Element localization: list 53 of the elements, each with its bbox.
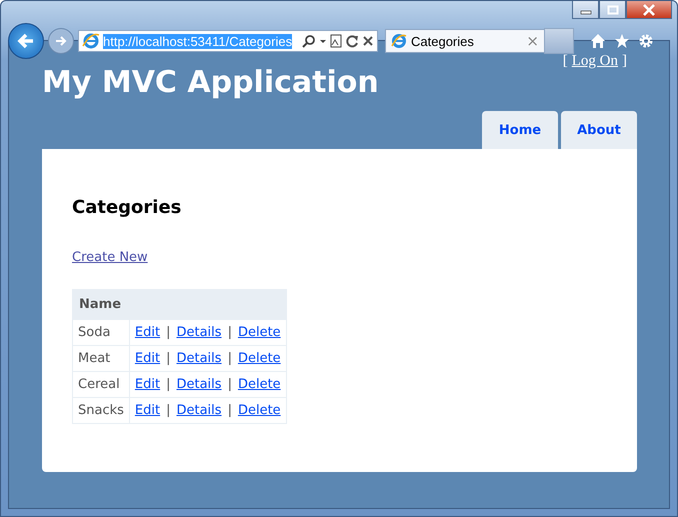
refresh-icon[interactable] (345, 34, 359, 48)
column-header: Name (72, 290, 130, 320)
bracket: [ (562, 53, 568, 70)
action-link[interactable]: Details (176, 351, 222, 366)
maximize-button[interactable] (599, 1, 626, 19)
close-icon (642, 4, 656, 16)
action-link[interactable]: Delete (238, 377, 281, 392)
action-link[interactable]: Details (176, 325, 222, 340)
separator: | (166, 377, 170, 392)
browser-logo-icon (82, 32, 100, 50)
action-link[interactable]: Edit (134, 403, 160, 418)
search-icon[interactable] (302, 34, 316, 48)
home-icon[interactable] (590, 33, 606, 49)
back-arrow-icon (16, 31, 36, 51)
separator: | (228, 351, 232, 366)
action-link[interactable]: Details (176, 377, 222, 392)
forward-arrow-icon (54, 34, 68, 48)
tab-close-button[interactable]: × (526, 32, 539, 50)
menu-tab[interactable]: About (561, 111, 637, 149)
action-link[interactable]: Edit (134, 377, 160, 392)
separator: | (166, 403, 170, 418)
action-link[interactable]: Delete (238, 351, 281, 366)
action-link[interactable]: Edit (134, 351, 160, 366)
action-link[interactable]: Delete (238, 325, 281, 340)
table-cell: Snacks (72, 398, 130, 424)
minimize-button[interactable] (572, 1, 599, 19)
maximize-icon (606, 4, 618, 14)
create-new-link[interactable]: Create New (72, 250, 148, 265)
log-on-link[interactable]: Log On (572, 53, 618, 70)
site-title: My MVC Application (42, 65, 380, 100)
table-cell: Soda (72, 320, 130, 346)
table-cell: Cereal (72, 372, 130, 398)
page-heading: Categories (72, 197, 182, 218)
forward-button[interactable] (48, 28, 74, 54)
separator: | (166, 325, 170, 340)
separator: | (228, 325, 232, 340)
browser-tab[interactable]: Categories × (385, 29, 545, 53)
close-button[interactable] (626, 1, 672, 19)
bracket: ] (622, 53, 627, 70)
action-link[interactable]: Edit (134, 325, 160, 340)
table-cell: Meat (72, 346, 130, 372)
stop-icon[interactable] (362, 35, 374, 47)
separator: | (228, 377, 232, 392)
tab-title: Categories (411, 34, 475, 48)
action-link[interactable]: Delete (238, 403, 281, 418)
separator: | (228, 403, 232, 418)
action-link[interactable]: Details (176, 403, 222, 418)
star-icon[interactable] (614, 33, 630, 49)
back-button[interactable] (8, 23, 44, 59)
menu-tab[interactable]: Home (482, 111, 558, 149)
browser-logo-icon (391, 33, 407, 49)
settings-icon[interactable] (638, 33, 654, 49)
separator: | (166, 351, 170, 366)
